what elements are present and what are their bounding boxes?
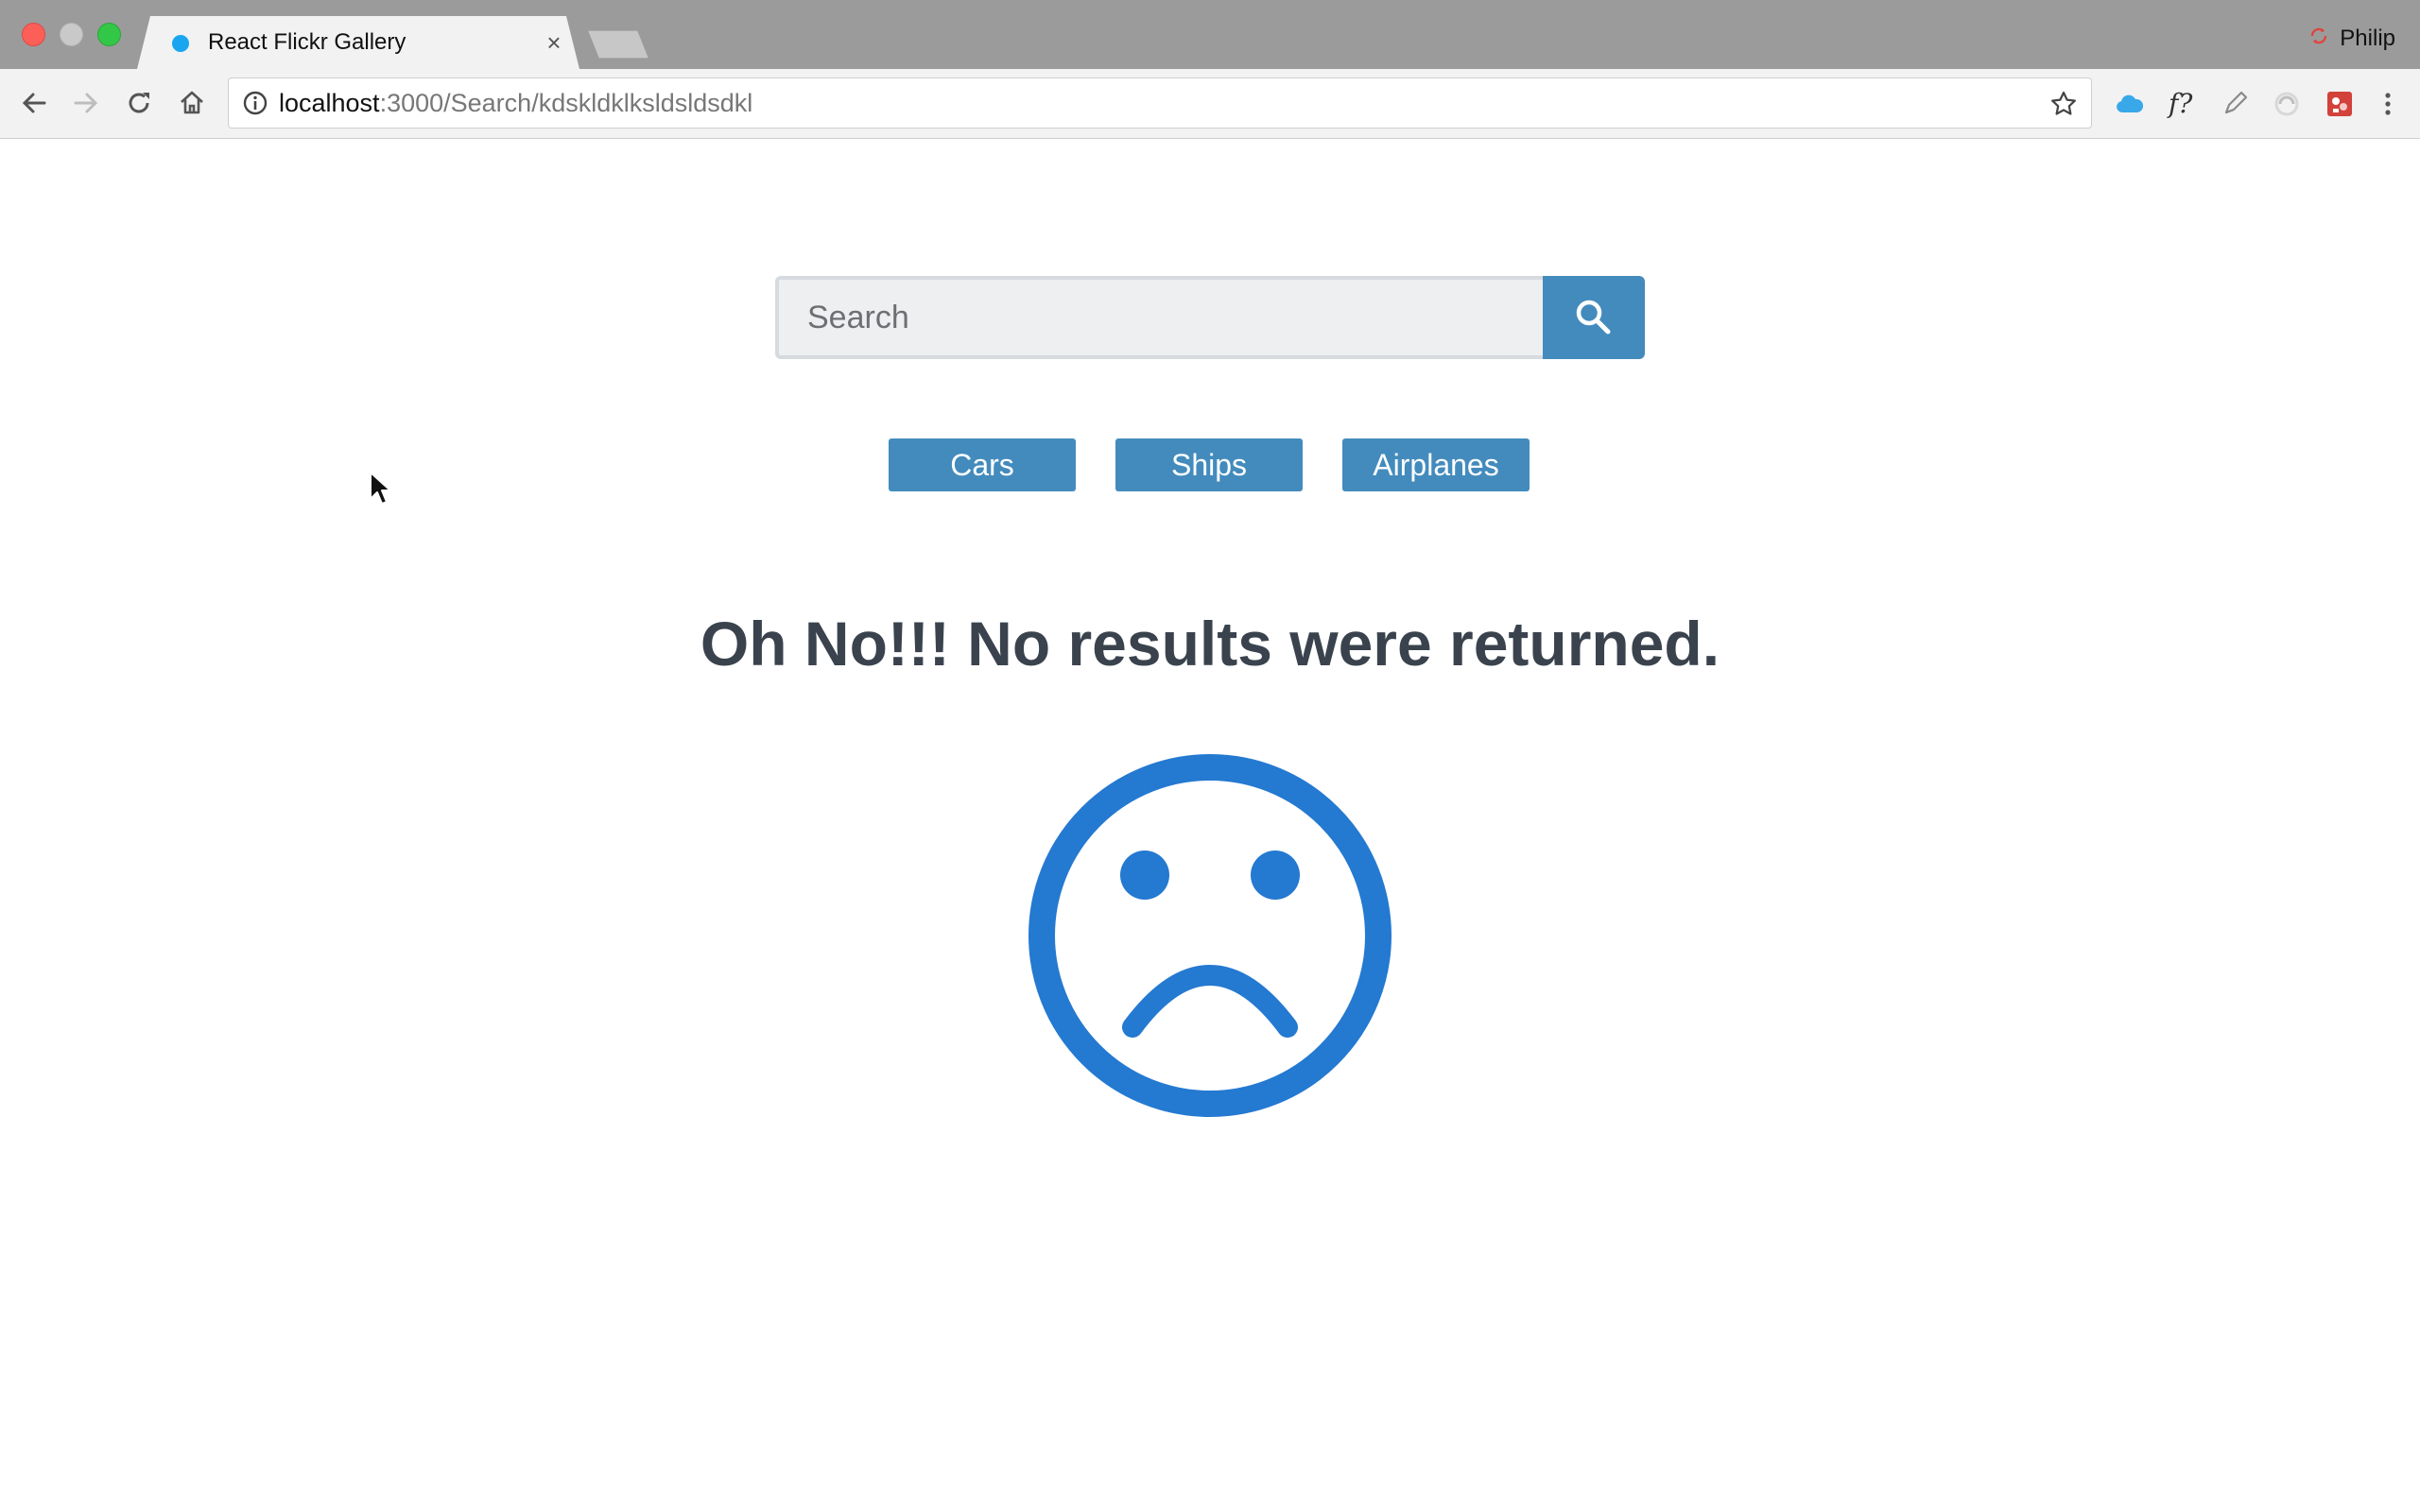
font-question-icon[interactable]: f? bbox=[2165, 87, 2199, 121]
window-minimize-button[interactable] bbox=[60, 23, 83, 46]
window-close-button[interactable] bbox=[22, 23, 45, 46]
sad-face-icon bbox=[1028, 754, 1392, 1117]
mouse-cursor-icon bbox=[370, 472, 391, 505]
red-app-icon[interactable] bbox=[2323, 87, 2357, 121]
nav-link-ships[interactable]: Ships bbox=[1115, 438, 1303, 491]
tab-close-button[interactable]: × bbox=[542, 26, 566, 59]
search-icon bbox=[1576, 300, 1611, 335]
cloud-icon[interactable] bbox=[2113, 87, 2147, 121]
back-button[interactable] bbox=[15, 84, 53, 122]
profile-button[interactable]: Philip bbox=[2308, 23, 2395, 55]
info-icon[interactable] bbox=[242, 90, 268, 116]
url-host: localhost bbox=[279, 89, 380, 117]
sync-icon bbox=[2308, 25, 2330, 54]
new-tab-button[interactable] bbox=[588, 30, 648, 59]
home-icon bbox=[181, 91, 203, 114]
back-arrow-icon bbox=[22, 93, 46, 113]
url-path: :3000/Search/kdskldklksldsldsdkl bbox=[379, 89, 753, 117]
window-maximize-button[interactable] bbox=[97, 23, 121, 46]
tab-favicon-icon bbox=[172, 35, 189, 52]
circle-swirl-icon[interactable] bbox=[2270, 87, 2304, 121]
no-results-heading: Oh No!!! No results were returned. bbox=[700, 609, 1720, 679]
address-bar[interactable]: localhost:3000/Search/kdskldklksldsldsdk… bbox=[228, 77, 2092, 129]
svg-text:f?: f? bbox=[2167, 88, 2193, 119]
profile-name: Philip bbox=[2340, 26, 2395, 51]
pen-icon[interactable] bbox=[2218, 87, 2252, 121]
search-input[interactable] bbox=[775, 276, 1543, 359]
menu-dots-icon[interactable] bbox=[2371, 87, 2405, 121]
reload-button[interactable] bbox=[120, 84, 158, 122]
url-text: localhost:3000/Search/kdskldklksldsldsdk… bbox=[279, 87, 752, 119]
search-form bbox=[775, 276, 1645, 359]
browser-toolbar: localhost:3000/Search/kdskldklksldsldsdk… bbox=[0, 69, 2420, 139]
nav-link-airplanes[interactable]: Airplanes bbox=[1342, 438, 1530, 491]
bookmark-star-icon[interactable] bbox=[2049, 90, 2078, 118]
forward-button[interactable] bbox=[67, 84, 105, 122]
reload-icon bbox=[129, 93, 149, 113]
browser-title-bar: React Flickr Gallery × Philip bbox=[0, 0, 2420, 69]
category-nav: Cars Ships Airplanes bbox=[889, 438, 1531, 491]
home-button[interactable] bbox=[173, 84, 211, 122]
search-button[interactable] bbox=[1543, 276, 1645, 359]
nav-link-cars[interactable]: Cars bbox=[889, 438, 1076, 491]
tab-title: React Flickr Gallery bbox=[208, 29, 406, 55]
forward-arrow-icon bbox=[74, 93, 98, 113]
